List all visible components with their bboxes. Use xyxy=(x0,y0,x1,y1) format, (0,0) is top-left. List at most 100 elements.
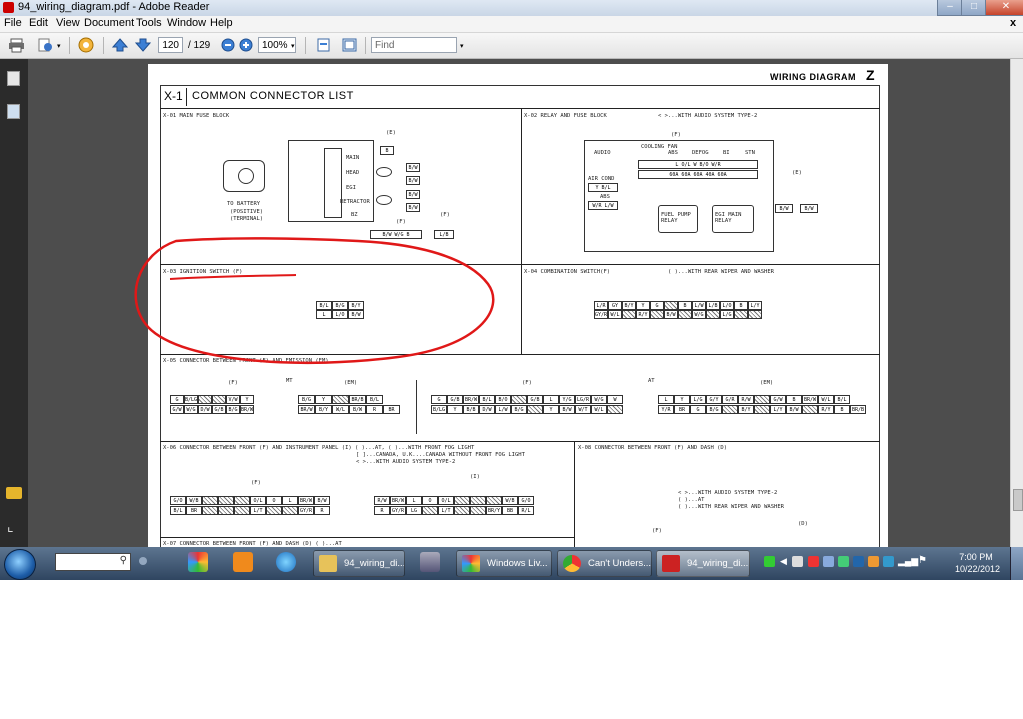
zoom-in-icon[interactable] xyxy=(238,37,255,53)
x05-mt-em-label: (EM) xyxy=(344,380,358,386)
connector-pin: B/W xyxy=(406,203,420,212)
menu-tools[interactable]: Tools xyxy=(136,17,162,29)
connector-pin: G/R xyxy=(722,395,738,404)
maximize-button[interactable]: □ xyxy=(961,0,987,16)
taskbar-item-folder[interactable]: 94_wiring_di... xyxy=(313,550,405,577)
tray-security-icon[interactable] xyxy=(838,556,849,567)
connector-pin: L/W xyxy=(495,405,511,414)
share-dropdown-chevron-icon[interactable]: ▾ xyxy=(57,42,61,50)
connector-pin: B/W xyxy=(664,310,678,319)
toolbar: ▾ 120 / 129 100% ▾ Find ▾ xyxy=(0,33,1023,59)
tray-network-icon[interactable] xyxy=(823,556,834,567)
menu-view[interactable]: View xyxy=(56,17,80,29)
taskbar-clock[interactable]: 7:00 PM 10/22/2012 xyxy=(955,551,1000,575)
taskbar-search-input[interactable]: ⚲ xyxy=(55,553,131,571)
connector-pin xyxy=(486,496,502,505)
connector-pin: BR/W xyxy=(298,496,314,505)
toolbar-separator xyxy=(103,37,104,54)
internet-explorer-icon[interactable] xyxy=(276,552,296,572)
fit-width-icon[interactable] xyxy=(341,37,358,53)
dropdown-icon[interactable] xyxy=(139,557,147,565)
find-dropdown-chevron-icon[interactable]: ▾ xyxy=(460,42,464,50)
defog-label: DEFOG xyxy=(692,150,709,156)
connector-pin: L xyxy=(406,496,422,505)
tray-bluetooth-icon[interactable] xyxy=(853,556,864,567)
scrollbar-thumb[interactable] xyxy=(1013,489,1023,511)
tray-alert-icon[interactable] xyxy=(808,556,819,567)
find-input[interactable]: Find xyxy=(371,37,457,53)
menu-window[interactable]: Window xyxy=(167,17,206,29)
connector-pin: G/O xyxy=(170,496,186,505)
connector-pin: L/Y xyxy=(770,405,786,414)
connector-pin: B/W xyxy=(786,405,802,414)
connector-pin: R/Y xyxy=(818,405,834,414)
connector-pin xyxy=(422,506,438,515)
tray-signal-icon[interactable]: ▂▄▆ xyxy=(898,556,918,567)
media-player-icon[interactable] xyxy=(233,552,253,572)
start-button[interactable] xyxy=(4,549,36,580)
abs-relay-label: ABS xyxy=(600,194,610,200)
x08-d-label: (D) xyxy=(798,521,808,527)
connector-pin: GY/R xyxy=(594,310,608,319)
taskbar-item-adobe-reader[interactable]: 94_wiring_di... xyxy=(656,550,750,577)
minimize-button[interactable]: – xyxy=(937,0,963,16)
zoom-out-icon[interactable] xyxy=(220,37,237,53)
share-icon[interactable] xyxy=(37,37,54,53)
tray-expand-icon[interactable]: ◀ xyxy=(780,556,787,567)
connector-pin: R/W xyxy=(374,496,390,505)
connector-pin: BB xyxy=(502,506,518,515)
section-id: X-1 xyxy=(164,89,183,103)
zoom-dropdown-chevron-icon[interactable]: ▾ xyxy=(291,42,295,50)
comments-icon[interactable] xyxy=(6,487,22,499)
x02-e-label: (E) xyxy=(792,170,802,176)
connector-pin xyxy=(202,506,218,515)
connector-pin: B/W xyxy=(314,496,330,505)
navigation-pane: ⌞ xyxy=(0,59,28,547)
fit-page-icon[interactable] xyxy=(315,37,332,53)
tray-app-icon[interactable] xyxy=(764,556,775,567)
bookmarks-icon[interactable] xyxy=(7,104,20,119)
tray-update-icon[interactable] xyxy=(868,556,879,567)
tray-phone-icon[interactable] xyxy=(792,556,803,567)
connector-pin: G/O xyxy=(518,496,534,505)
tray-flag-icon[interactable]: ⚑ xyxy=(918,555,927,566)
x02-note: < >...WITH AUDIO SYSTEM TYPE-2 xyxy=(658,113,758,119)
connector-pin xyxy=(212,395,226,404)
close-document-button[interactable]: x xyxy=(1010,17,1016,29)
fuse-column xyxy=(324,148,342,218)
close-button[interactable]: ✕ xyxy=(985,0,1023,16)
menu-document[interactable]: Document xyxy=(84,17,134,29)
tray-sync-icon[interactable] xyxy=(883,556,894,567)
vertical-scrollbar[interactable] xyxy=(1010,59,1023,547)
next-page-icon[interactable] xyxy=(134,37,152,53)
air-cond-label: AIR COND xyxy=(588,176,615,182)
x08-note-3: ( )...WITH REAR WIPER AND WASHER xyxy=(678,504,784,510)
show-desktop-button[interactable] xyxy=(1010,547,1023,580)
page-number-input[interactable]: 120 xyxy=(158,37,183,53)
connector-pin: BR/W xyxy=(463,395,479,404)
page-thumbnails-icon[interactable] xyxy=(7,71,20,86)
print-icon[interactable] xyxy=(8,37,25,53)
taskbar-item-windows-live[interactable]: Windows Liv... xyxy=(456,550,552,577)
x01-e-label: (E) xyxy=(386,130,396,136)
taskbar-item-chrome[interactable]: Can't Unders... xyxy=(557,550,652,577)
previous-page-icon[interactable] xyxy=(111,37,129,53)
attachments-icon[interactable]: ⌞ xyxy=(7,519,20,533)
clock-time: 7:00 PM xyxy=(959,552,993,562)
x02-f-label: (F) xyxy=(671,132,681,138)
menu-edit[interactable]: Edit xyxy=(29,17,48,29)
connector-pin: BR xyxy=(674,405,690,414)
menu-file[interactable]: File xyxy=(4,17,22,29)
paint-app-icon[interactable] xyxy=(188,552,208,572)
collaborate-icon[interactable] xyxy=(78,37,95,53)
x06-note-2: [ ]...CANADA, U.K....CANADA WITHOUT FRON… xyxy=(356,452,525,458)
document-view[interactable]: WIRING DIAGRAM Z X-1 COMMON CONNECTOR LI… xyxy=(28,59,1010,547)
connector-pin: B/B xyxy=(463,405,479,414)
connector-pin xyxy=(664,301,678,310)
menu-help[interactable]: Help xyxy=(210,17,233,29)
connector-pin: G xyxy=(170,395,184,404)
connector-pin xyxy=(454,506,470,515)
connector-pin: W/G xyxy=(184,405,198,414)
app-icon[interactable] xyxy=(420,552,440,572)
connector-pin xyxy=(650,310,664,319)
